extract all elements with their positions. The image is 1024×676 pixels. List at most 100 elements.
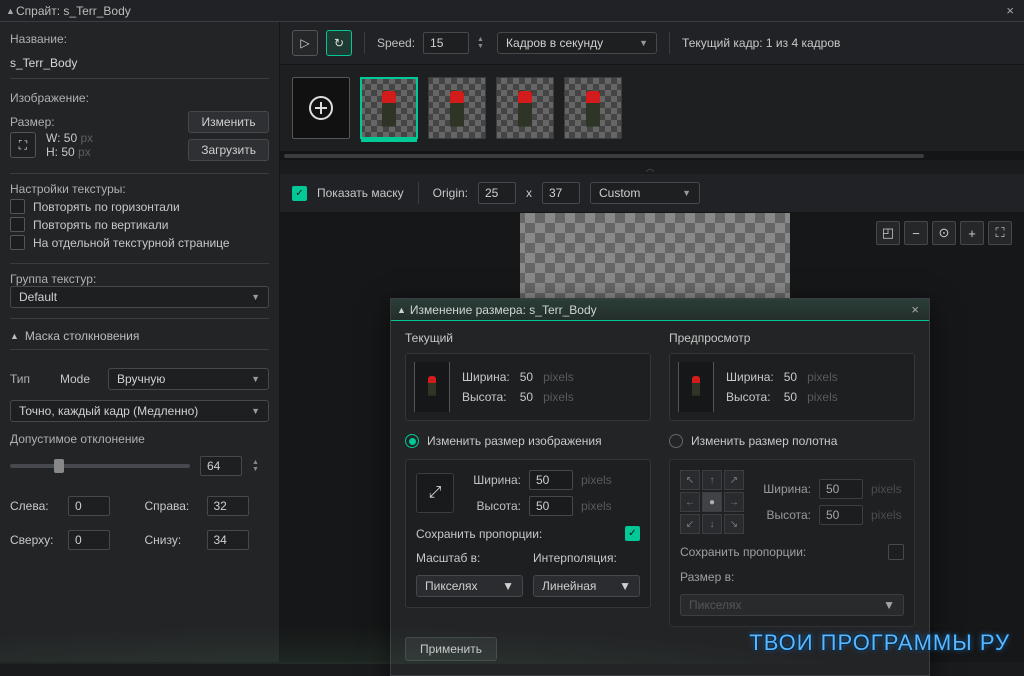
mask-top-label: Сверху: xyxy=(10,533,58,547)
zoom-reset-icon[interactable]: ◰ xyxy=(876,221,900,245)
chk-vtile[interactable] xyxy=(10,217,25,232)
current-frame-label: Текущий кадр: 1 из 4 кадров xyxy=(682,36,840,50)
chk-htile-label: Повторять по горизонтали xyxy=(33,200,180,214)
mask-bottom-label: Снизу: xyxy=(145,533,197,547)
keep-ratio-label: Сохранить пропорции: xyxy=(416,527,542,541)
preview-label: Предпросмотр xyxy=(669,331,915,345)
tolerance-label: Допустимое отклонение xyxy=(10,432,269,446)
chk-sep-page[interactable] xyxy=(10,235,25,250)
resize-image-label: Изменить размер изображения xyxy=(427,434,602,448)
size-in-label: Размер в: xyxy=(680,570,904,584)
scale-arrows-icon: ⤢ xyxy=(416,473,454,513)
current-thumb xyxy=(414,362,450,412)
speed-input[interactable]: 15 xyxy=(423,32,469,54)
mask-right-label: Справа: xyxy=(145,499,197,513)
chk-keep-ratio[interactable]: ✓ xyxy=(625,526,640,541)
speed-label: Speed: xyxy=(377,36,415,50)
frame-2[interactable] xyxy=(496,77,554,139)
origin-y-input[interactable]: 37 xyxy=(542,182,580,204)
dialog-close-icon[interactable]: × xyxy=(907,302,923,317)
load-image-button[interactable]: Загрузить xyxy=(188,139,269,161)
mode-dropdown[interactable]: Вручную▼ xyxy=(108,368,269,390)
prev-width: 50 xyxy=(784,370,797,384)
origin-preset-dropdown[interactable]: Custom▼ xyxy=(590,182,700,204)
cur-height: 50 xyxy=(520,390,533,404)
resize-canvas-label: Изменить размер полотна xyxy=(691,434,837,448)
chevron-down-icon: ▲ xyxy=(397,305,406,315)
chk-show-mask[interactable]: ✓ xyxy=(292,186,307,201)
frame-strip xyxy=(280,65,1024,152)
zoom-100-icon[interactable]: ⊙ xyxy=(932,221,956,245)
scale-height-input[interactable]: 50 xyxy=(529,496,573,516)
tolerance-value[interactable]: 64 xyxy=(200,456,242,476)
zoom-in-icon[interactable]: + xyxy=(960,221,984,245)
chevron-down-icon: ▼ xyxy=(251,292,260,302)
canvas-unit-dropdown[interactable]: Пикселях▼ xyxy=(680,594,904,616)
chk-htile[interactable] xyxy=(10,199,25,214)
origin-x-input[interactable]: 25 xyxy=(478,182,516,204)
window-title: Спрайт: s_Terr_Body xyxy=(16,4,1002,18)
fullscreen-icon[interactable]: ⛶ xyxy=(10,132,36,158)
radio-resize-canvas[interactable] xyxy=(669,434,683,448)
show-mask-label: Показать маску xyxy=(317,186,404,200)
mask-shape-dropdown[interactable]: Точно, каждый кадр (Медленно)▼ xyxy=(10,400,269,422)
splitter-horizontal[interactable]: ︿ xyxy=(280,160,1024,174)
h-label: H: xyxy=(46,145,58,159)
origin-label: Origin: xyxy=(433,186,468,200)
width-value: 50 xyxy=(64,131,77,145)
texture-group-dropdown[interactable]: Default▼ xyxy=(10,286,269,308)
frame-scrollbar[interactable] xyxy=(280,152,1024,160)
mode-label: Mode xyxy=(60,372,98,386)
canvas-height-input[interactable]: 50 xyxy=(819,505,863,525)
add-frame-button[interactable] xyxy=(292,77,350,139)
sprite-name-field[interactable]: s_Terr_Body xyxy=(10,52,269,79)
frame-0[interactable] xyxy=(360,77,418,139)
tolerance-stepper[interactable]: ▲▼ xyxy=(252,458,264,474)
radio-resize-image[interactable] xyxy=(405,434,419,448)
collision-mask-header[interactable]: ▲Маска столкновения xyxy=(10,329,269,350)
frame-1[interactable] xyxy=(428,77,486,139)
chevron-down-icon: ▲ xyxy=(6,6,16,16)
zoom-out-icon[interactable]: − xyxy=(904,221,928,245)
mask-bottom-value[interactable]: 34 xyxy=(207,530,249,550)
w-label: W: xyxy=(46,131,60,145)
height-value: 50 xyxy=(61,145,74,159)
mask-left-value[interactable]: 0 xyxy=(68,496,110,516)
scale-unit-dropdown[interactable]: Пикселях▼ xyxy=(416,575,523,597)
play-icon[interactable]: ▷ xyxy=(292,30,318,56)
scale-in-label: Масштаб в: xyxy=(416,551,523,565)
prev-height: 50 xyxy=(784,390,797,404)
image-label: Изображение: xyxy=(10,91,269,105)
interp-dropdown[interactable]: Линейная▼ xyxy=(533,575,640,597)
speed-stepper[interactable]: ▲▼ xyxy=(477,35,489,51)
fit-icon[interactable]: ⛶ xyxy=(988,221,1012,245)
frame-3[interactable] xyxy=(564,77,622,139)
keep-ratio-canvas-label: Сохранить пропорции: xyxy=(680,545,806,559)
fps-dropdown[interactable]: Кадров в секунду▼ xyxy=(497,32,657,54)
close-icon[interactable]: × xyxy=(1002,3,1018,18)
watermark: ТВОИ ПРОГРАММЫ РУ xyxy=(749,630,1010,656)
chk-keep-ratio-canvas[interactable] xyxy=(888,544,904,560)
mask-top-value[interactable]: 0 xyxy=(68,530,110,550)
scale-width-input[interactable]: 50 xyxy=(529,470,573,490)
chk-vtile-label: Повторять по вертикали xyxy=(33,218,169,232)
dialog-title: Изменение размера: s_Terr_Body xyxy=(410,303,907,317)
size-label: Размер: xyxy=(10,115,93,129)
mask-right-value[interactable]: 32 xyxy=(207,496,249,516)
texture-group-label: Группа текстур: xyxy=(10,272,269,286)
cur-width: 50 xyxy=(520,370,533,384)
preview-thumb xyxy=(678,362,714,412)
chk-sep-page-label: На отдельной текстурной странице xyxy=(33,236,230,250)
interp-label: Интерполяция: xyxy=(533,551,640,565)
loop-icon[interactable]: ↻ xyxy=(326,30,352,56)
current-label: Текущий xyxy=(405,331,651,345)
texture-settings-label: Настройки текстуры: xyxy=(10,182,269,196)
mask-left-label: Слева: xyxy=(10,499,58,513)
canvas-width-input[interactable]: 50 xyxy=(819,479,863,499)
type-label: Тип xyxy=(10,372,50,386)
tolerance-slider[interactable] xyxy=(10,464,190,468)
edit-image-button[interactable]: Изменить xyxy=(188,111,269,133)
name-label: Название: xyxy=(10,32,269,46)
plus-circle-icon xyxy=(308,95,334,121)
anchor-grid[interactable]: ↖↑↗ ←●→ ↙↓↘ xyxy=(680,470,744,534)
